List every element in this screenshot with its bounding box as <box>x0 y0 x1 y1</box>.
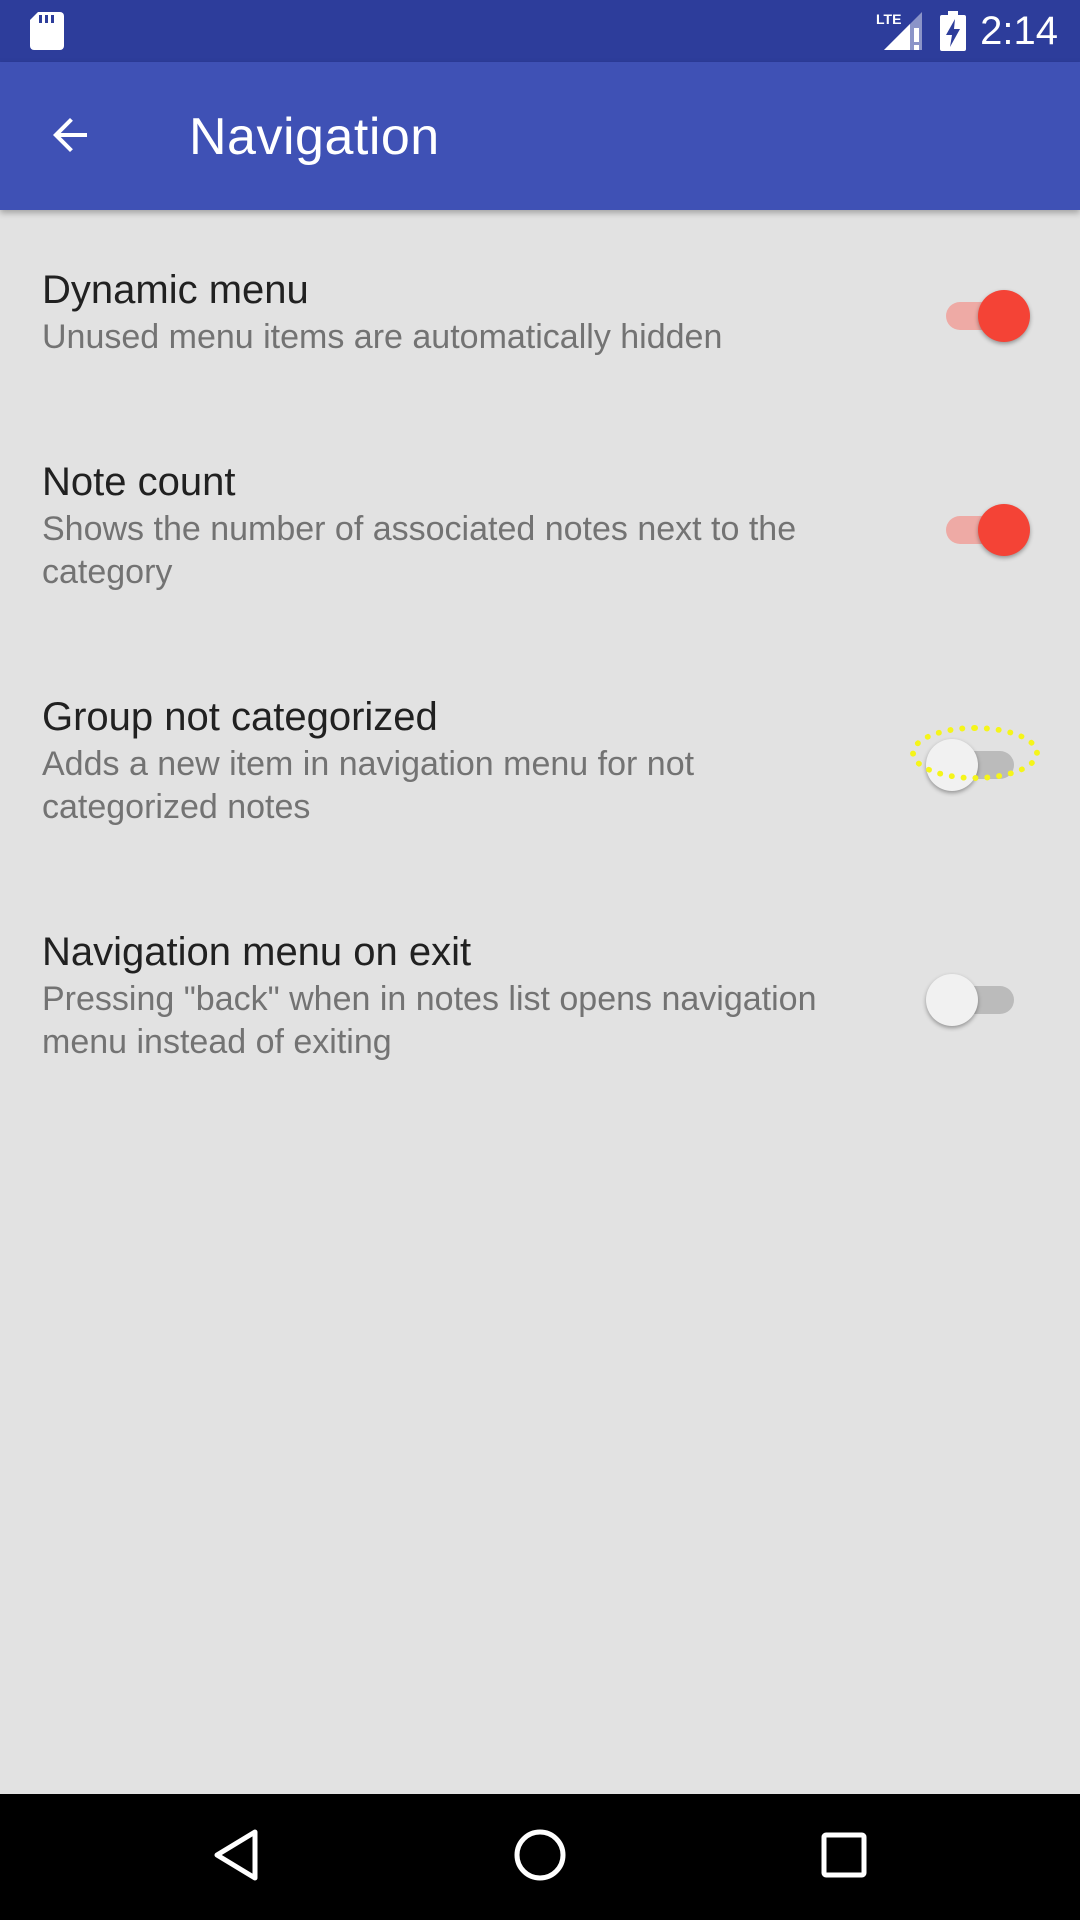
pref-note-count[interactable]: Note count Shows the number of associate… <box>0 442 1080 632</box>
dynamic-menu-switch[interactable] <box>944 286 1030 346</box>
pref-summary: Unused menu items are automatically hidd… <box>42 318 723 356</box>
back-button[interactable] <box>36 102 106 172</box>
pref-summary: Adds a new item in navigation menu for n… <box>42 745 695 826</box>
pref-summary: Pressing "back" when in notes list opens… <box>42 980 817 1061</box>
arrow-back-icon <box>47 111 95 164</box>
lte-signal-icon: LTE <box>874 10 924 57</box>
status-bar: LTE 2:14 <box>0 0 1080 62</box>
pref-navigation-menu-on-exit[interactable]: Navigation menu on exit Pressing "back" … <box>0 912 1080 1102</box>
recents-square-icon <box>820 1831 868 1884</box>
pref-title: Group not categorized <box>42 695 438 739</box>
battery-charging-icon <box>940 11 966 56</box>
nav-home-button[interactable] <box>500 1817 580 1897</box>
switch-thumb <box>978 290 1030 342</box>
note-count-switch[interactable] <box>944 500 1030 560</box>
network-type-label: LTE <box>876 11 901 27</box>
system-nav-bar <box>0 1794 1080 1920</box>
status-time: 2:14 <box>980 9 1058 53</box>
switch-thumb <box>926 739 978 791</box>
nav-recents-button[interactable] <box>804 1817 884 1897</box>
pref-group-not-categorized[interactable]: Group not categorized Adds a new item in… <box>0 677 1080 867</box>
home-circle-icon <box>512 1827 568 1888</box>
app-bar: Navigation <box>0 62 1080 210</box>
pref-summary: Shows the number of associated notes nex… <box>42 510 797 591</box>
switch-thumb <box>978 504 1030 556</box>
back-triangle-icon <box>211 1828 261 1887</box>
pref-title: Note count <box>42 460 236 504</box>
page-title: Navigation <box>189 108 440 166</box>
nav-back-button[interactable] <box>196 1817 276 1897</box>
pref-dynamic-menu[interactable]: Dynamic menu Unused menu items are autom… <box>0 250 1080 390</box>
navigation-menu-on-exit-switch[interactable] <box>926 970 1030 1030</box>
sd-card-icon <box>30 12 64 55</box>
switch-thumb <box>926 974 978 1026</box>
group-not-categorized-switch[interactable] <box>926 735 1030 795</box>
pref-title: Navigation menu on exit <box>42 930 472 974</box>
pref-title: Dynamic menu <box>42 268 309 312</box>
